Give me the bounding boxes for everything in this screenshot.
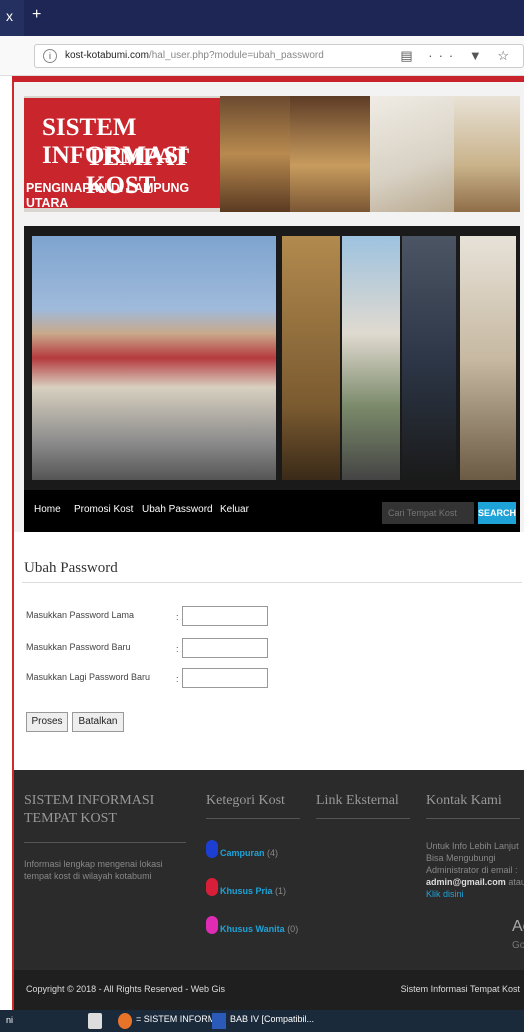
banner-photo-room-1 xyxy=(220,96,290,212)
contact-email-line: admin@gmail.com atau xyxy=(426,876,524,888)
field-colon: : xyxy=(176,674,179,684)
menu-item-keluar[interactable]: Keluar xyxy=(220,504,249,515)
footer-category-title: Ketegori Kost xyxy=(206,793,285,808)
image-slider xyxy=(24,226,520,490)
category-name: Khusus Pria xyxy=(220,886,273,896)
taskbar-edge-text: ni xyxy=(6,1015,14,1025)
old-password-label: Masukkan Password Lama xyxy=(26,610,135,620)
slider-thumb-4[interactable] xyxy=(460,236,516,480)
cancel-button[interactable]: Batalkan xyxy=(72,712,124,732)
search-input[interactable] xyxy=(382,502,474,524)
os-taskbar: ni = SISTEM INFORM... BAB IV [Compatibil… xyxy=(0,1010,524,1032)
store-icon[interactable] xyxy=(88,1013,102,1029)
footer-contact-title: Kontak Kami xyxy=(426,793,502,808)
footer-divider xyxy=(206,818,300,819)
slider-thumb-3[interactable] xyxy=(402,236,456,480)
url-host: kost-kotabumi.com xyxy=(65,50,149,61)
footer-about-text: Informasi lengkap mengenai lokasi tempat… xyxy=(24,859,163,881)
page-title: Ubah Password xyxy=(24,560,118,576)
contact-line-3: Administrator di email : xyxy=(426,865,518,875)
banner-photo-room-3 xyxy=(370,96,454,212)
category-link[interactable]: Khusus Pria (1) xyxy=(220,886,286,896)
map-pin-icon xyxy=(206,878,218,896)
new-password-label: Masukkan Password Baru xyxy=(26,642,131,652)
menu-item-promosi-kost[interactable]: Promosi Kost xyxy=(74,504,133,515)
new-tab-icon[interactable]: + xyxy=(32,6,41,24)
footer: SISTEM INFORMASI TEMPAT KOST Informasi l… xyxy=(14,770,524,970)
contact-link[interactable]: Klik disini xyxy=(426,888,464,900)
header-banner: SISTEM INFORMASI TEMPAT KOST PENGINAPAN … xyxy=(24,96,520,212)
close-tab-icon[interactable]: x xyxy=(6,8,13,24)
footer-about-title: SISTEM INFORMASI TEMPAT KOST xyxy=(24,793,155,826)
contact-email: admin@gmail.com xyxy=(426,877,506,887)
firefox-icon[interactable] xyxy=(118,1013,132,1029)
category-count: (0) xyxy=(287,924,299,934)
banner-subtitle: PENGINAPAN DI LAMPUNG UTARA xyxy=(26,180,190,210)
browser-tab-bar: x + xyxy=(0,0,524,36)
search-button[interactable]: SEARCH xyxy=(478,502,516,524)
old-password-field[interactable] xyxy=(182,606,268,626)
contact-line-2: Bisa Mengubungi xyxy=(426,853,496,863)
watermark-text-2: Go xyxy=(512,940,524,951)
map-pin-icon xyxy=(206,840,218,858)
info-icon[interactable]: i xyxy=(43,49,57,63)
banner-photo-room-4 xyxy=(454,96,520,212)
contact-or: atau xyxy=(508,877,524,887)
new-password-field[interactable] xyxy=(182,638,268,658)
contact-line-1: Untuk Info Lebih Lanjut xyxy=(426,841,519,851)
copyright-text: Copyright © 2018 - All Rights Reserved -… xyxy=(26,984,226,994)
site-name-text: Sistem Informasi Tempat Kost xyxy=(400,984,520,994)
taskbar-item-word[interactable]: BAB IV [Compatibil... xyxy=(230,1014,314,1024)
footer-links-title: Link Eksternal xyxy=(316,793,399,808)
browser-nav-bar: i kost-kotabumi.com/hal_user.php?module=… xyxy=(0,36,524,76)
confirm-password-field[interactable] xyxy=(182,668,268,688)
menu-item-home[interactable]: Home xyxy=(34,504,61,515)
field-colon: : xyxy=(176,612,179,622)
banner-title-panel: SISTEM INFORMASI TEMPAT KOST PENGINAPAN … xyxy=(24,98,220,210)
category-count: (1) xyxy=(275,886,287,896)
category-link[interactable]: Campuran (4) xyxy=(220,848,278,858)
category-name: Khusus Wanita xyxy=(220,924,285,934)
category-count: (4) xyxy=(267,848,279,858)
category-name: Campuran xyxy=(220,848,265,858)
menu-item-ubah-password[interactable]: Ubah Password xyxy=(142,504,213,515)
banner-photo-room-2 xyxy=(290,96,370,212)
taskbar-item-browser[interactable]: = SISTEM INFORM... xyxy=(136,1014,223,1024)
word-icon[interactable] xyxy=(212,1013,226,1029)
field-colon: : xyxy=(176,644,179,654)
footer-divider xyxy=(316,818,410,819)
footer-divider xyxy=(426,818,520,819)
category-link[interactable]: Khusus Wanita (0) xyxy=(220,924,298,934)
map-pin-icon xyxy=(206,916,218,934)
slider-main-photo xyxy=(32,236,276,480)
url-text[interactable]: kost-kotabumi.com/hal_user.php?module=ub… xyxy=(65,50,324,61)
slider-thumb-2[interactable] xyxy=(342,236,400,480)
submit-button[interactable]: Proses xyxy=(26,712,68,732)
title-divider xyxy=(22,582,522,583)
confirm-password-label: Masukkan Lagi Password Baru xyxy=(26,672,151,682)
footer-divider xyxy=(24,842,186,843)
main-content: Ubah Password Masukkan Password Lama : M… xyxy=(14,532,524,770)
slider-thumb-1[interactable] xyxy=(282,236,340,480)
address-bar[interactable]: i kost-kotabumi.com/hal_user.php?module=… xyxy=(34,44,524,68)
watermark-text-1: Ac xyxy=(512,918,524,935)
main-menu: Home Promosi Kost Ubah Password Keluar S… xyxy=(24,490,520,532)
url-path: /hal_user.php?module=ubah_password xyxy=(148,50,324,61)
address-bar-icons[interactable]: ▤ ··· ▼ ☆ xyxy=(400,48,515,64)
